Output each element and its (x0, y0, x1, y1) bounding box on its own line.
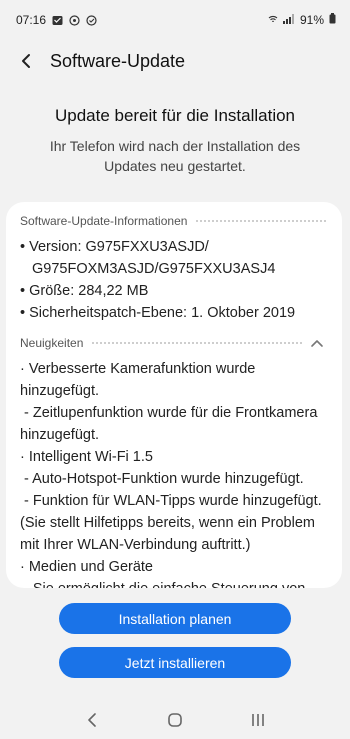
nav-home-button[interactable] (155, 705, 195, 735)
wifi-icon (268, 13, 278, 27)
message-icon (52, 15, 63, 26)
shield-icon (86, 14, 97, 26)
version-line-cont: G975FOXM3ASJD/G975FXXU3ASJ4 (32, 261, 276, 277)
update-ready-title: Update bereit für die Installation (54, 106, 296, 125)
info-heading: Software-Update-Informationen (20, 214, 188, 228)
dotted-divider (195, 220, 328, 222)
battery-level: 91% (299, 13, 324, 27)
chevron-left-icon (22, 54, 30, 68)
news-line: - Funktion für WLAN-Tipps wurde hinzugef… (20, 493, 322, 509)
status-bar: 07:16 91% (0, 0, 350, 40)
news-heading: Neuigkeiten (20, 336, 84, 350)
signal-icon (282, 13, 295, 27)
news-line: · Verbesserte Kamerafunktion wurde (20, 361, 256, 377)
update-details-card[interactable]: Software-Update-Informationen • Version:… (6, 202, 342, 588)
news-text: · Verbesserte Kamerafunktion wurde hinzu… (20, 358, 328, 588)
version-line: • Version: G975FXXU3ASJD/ (20, 239, 209, 255)
news-line: - Zeitlupenfunktion wurde für die Frontk… (20, 405, 318, 421)
notification-icon (69, 14, 80, 26)
news-section-header: Neuigkeiten (20, 334, 328, 352)
home-icon (168, 712, 182, 727)
update-hero: Update bereit für die Installation Ihr T… (0, 104, 350, 176)
news-line: (Sie stellt Hilfetipps bereits, wenn ein… (20, 515, 315, 531)
collapse-button[interactable] (306, 334, 328, 352)
info-section-header: Software-Update-Informationen (20, 212, 328, 230)
news-line: - Auto-Hotspot-Funktion wurde hinzugefüg… (20, 471, 304, 487)
dotted-divider (91, 342, 302, 344)
news-line: hinzugefügt. (20, 427, 100, 443)
battery-icon (329, 13, 336, 27)
size-line: • Größe: 284,22 MB (20, 283, 149, 299)
page-title: Software-Update (50, 50, 186, 71)
back-button[interactable] (14, 49, 38, 73)
status-time: 07:16 (16, 13, 47, 27)
recents-icon (252, 713, 265, 726)
news-line: mit Ihrer WLAN-Verbindung auftritt.) (20, 537, 251, 553)
nav-back-button[interactable] (72, 705, 112, 735)
system-nav-bar (0, 700, 350, 739)
info-list: • Version: G975FXXU3ASJD/ G975FOXM3ASJD/… (20, 236, 328, 324)
install-now-button[interactable]: Jetzt installieren (59, 647, 291, 678)
schedule-install-button[interactable]: Installation planen (59, 603, 291, 634)
update-ready-subtitle: Ihr Telefon wird nach der Installation d… (49, 138, 301, 174)
news-line: · Medien und Geräte (20, 559, 153, 575)
news-line: - Sie ermöglicht die einfache Steuerung … (20, 578, 328, 588)
chevron-up-icon (311, 339, 323, 347)
news-line: · Intelligent Wi-Fi 1.5 (20, 449, 153, 465)
app-header: Software-Update (0, 40, 350, 82)
patch-line: • Sicherheitspatch-Ebene: 1. Oktober 201… (20, 305, 296, 321)
chevron-left-icon (87, 712, 96, 727)
status-right: 91% (268, 13, 336, 27)
nav-recents-button[interactable] (238, 705, 278, 735)
news-line: hinzugefügt. (20, 383, 100, 399)
status-left: 07:16 (16, 13, 97, 27)
